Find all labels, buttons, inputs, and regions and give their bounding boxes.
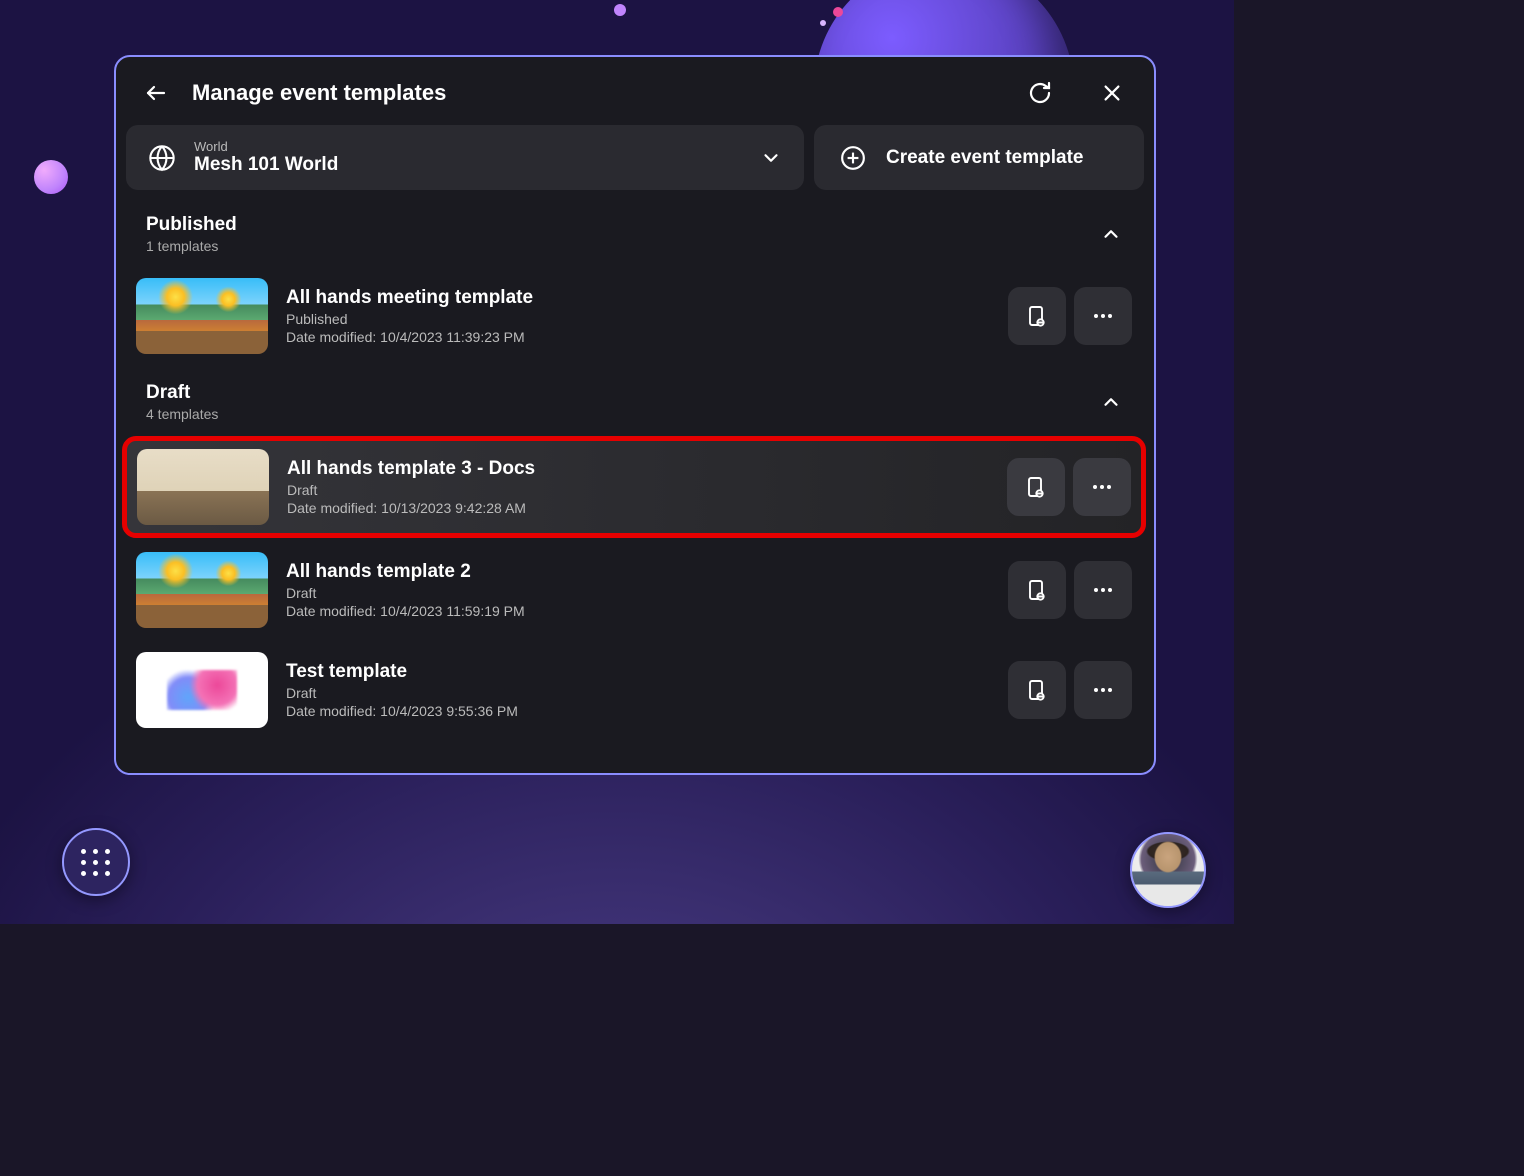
template-date: Date modified: 10/13/2023 9:42:28 AM: [287, 500, 989, 516]
more-button[interactable]: [1074, 661, 1132, 719]
dot-decor: [833, 7, 843, 17]
template-row[interactable]: Test template Draft Date modified: 10/4/…: [124, 642, 1144, 738]
template-thumbnail: [136, 652, 268, 728]
template-title: All hands template 3 - Docs: [287, 458, 989, 480]
panel-header: Manage event templates: [116, 57, 1154, 125]
chevron-up-icon: [1100, 223, 1122, 245]
chevron-up-icon: [1100, 391, 1122, 413]
template-list: Published 1 templates All hands meeting …: [116, 200, 1154, 773]
template-text: All hands template 2 Draft Date modified…: [286, 561, 990, 619]
template-title: Test template: [286, 661, 990, 683]
section-header-text: Draft 4 templates: [146, 382, 1100, 422]
template-row[interactable]: All hands template 3 - Docs Draft Date m…: [124, 438, 1144, 536]
planet-decor: [34, 160, 68, 194]
world-value: Mesh 101 World: [194, 154, 742, 176]
template-title: All hands meeting template: [286, 287, 990, 309]
dot-decor: [820, 20, 826, 26]
template-date: Date modified: 10/4/2023 11:39:23 PM: [286, 329, 990, 345]
back-button[interactable]: [144, 81, 168, 105]
device-button[interactable]: [1007, 458, 1065, 516]
world-selector-text: World Mesh 101 World: [194, 139, 742, 176]
template-actions: [1007, 458, 1131, 516]
template-text: All hands template 3 - Docs Draft Date m…: [287, 458, 989, 516]
section-title: Published: [146, 214, 1100, 236]
plus-circle-icon: [840, 145, 866, 171]
section-subtitle: 4 templates: [146, 406, 1100, 422]
section-subtitle: 1 templates: [146, 238, 1100, 254]
template-date: Date modified: 10/4/2023 9:55:36 PM: [286, 703, 990, 719]
template-title: All hands template 2: [286, 561, 990, 583]
top-controls: World Mesh 101 World Create event templa…: [116, 125, 1154, 200]
template-actions: [1008, 287, 1132, 345]
section-header[interactable]: Published 1 templates: [120, 200, 1148, 264]
close-button[interactable]: [1098, 79, 1126, 107]
template-thumbnail: [136, 552, 268, 628]
create-template-button[interactable]: Create event template: [814, 125, 1144, 190]
chevron-down-icon: [760, 147, 782, 169]
more-button[interactable]: [1074, 287, 1132, 345]
device-button[interactable]: [1008, 287, 1066, 345]
avatar-icon: [1132, 834, 1204, 906]
globe-icon: [148, 144, 176, 172]
more-button[interactable]: [1074, 561, 1132, 619]
create-template-label: Create event template: [886, 147, 1083, 169]
avatar-button[interactable]: [1130, 832, 1206, 908]
refresh-button[interactable]: [1026, 79, 1054, 107]
apps-menu-button[interactable]: [62, 828, 130, 896]
template-status: Published: [286, 311, 990, 327]
template-thumbnail: [136, 278, 268, 354]
template-thumbnail: [137, 449, 269, 525]
section-header[interactable]: Draft 4 templates: [120, 368, 1148, 432]
template-actions: [1008, 661, 1132, 719]
template-status: Draft: [286, 685, 990, 701]
section-title: Draft: [146, 382, 1100, 404]
template-row[interactable]: All hands meeting template Published Dat…: [124, 268, 1144, 364]
template-text: Test template Draft Date modified: 10/4/…: [286, 661, 990, 719]
template-status: Draft: [287, 482, 989, 498]
device-button[interactable]: [1008, 561, 1066, 619]
manage-templates-panel: Manage event templates World Mesh 101 Wo…: [114, 55, 1156, 775]
more-button[interactable]: [1073, 458, 1131, 516]
template-actions: [1008, 561, 1132, 619]
dot-decor: [614, 4, 626, 16]
apps-grid-icon: [81, 849, 111, 876]
template-date: Date modified: 10/4/2023 11:59:19 PM: [286, 603, 990, 619]
mesh-logo-icon: [167, 670, 237, 710]
world-selector[interactable]: World Mesh 101 World: [126, 125, 804, 190]
template-row[interactable]: All hands template 2 Draft Date modified…: [124, 542, 1144, 638]
template-text: All hands meeting template Published Dat…: [286, 287, 990, 345]
world-label: World: [194, 139, 742, 154]
template-status: Draft: [286, 585, 990, 601]
device-button[interactable]: [1008, 661, 1066, 719]
panel-title: Manage event templates: [192, 80, 982, 106]
section-header-text: Published 1 templates: [146, 214, 1100, 254]
